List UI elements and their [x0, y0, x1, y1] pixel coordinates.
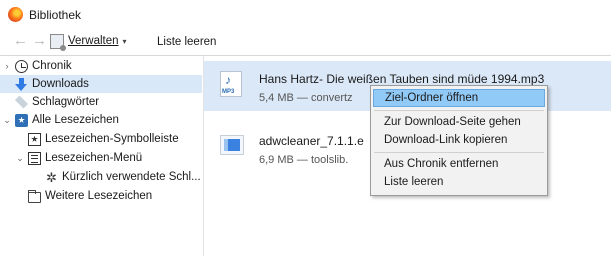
menu-item-open-folder[interactable]: Ziel-Ordner öffnen: [373, 89, 545, 107]
sidebar-item-bookmarks-toolbar[interactable]: Lesezeichen-Symbolleiste: [28, 130, 179, 148]
sidebar-item-other-bookmarks[interactable]: Weitere Lesezeichen: [28, 187, 152, 205]
music-note-icon: ♪: [225, 73, 231, 87]
folder-icon: [28, 189, 41, 203]
tag-icon: [15, 95, 28, 109]
bookmarks-icon: [15, 113, 28, 127]
library-toolbar: ← → Verwalten ▾ Liste leeren: [0, 28, 611, 56]
download-icon: [15, 77, 28, 91]
menu-separator: [374, 152, 544, 153]
window-title: Bibliothek: [29, 8, 82, 22]
sidebar-item-label: Kürzlich verwendete Schl...: [62, 171, 201, 183]
sidebar-item-label: Downloads: [32, 78, 89, 90]
menu-item-clear-list[interactable]: Liste leeren: [373, 173, 545, 191]
sidebar-item-label: Alle Lesezeichen: [32, 114, 119, 126]
gear-icon: ✲: [46, 169, 57, 185]
sidebar-item-all-bookmarks[interactable]: ⌄ Alle Lesezeichen: [2, 111, 119, 129]
download-filename: adwcleaner_7.1.1.e: [259, 134, 364, 148]
menu-item-go-to-download-page[interactable]: Zur Download-Seite gehen: [373, 113, 545, 131]
sidebar-item-tags[interactable]: Schlagwörter: [15, 93, 99, 111]
menu-item-copy-download-link[interactable]: Download-Link kopieren: [373, 131, 545, 149]
firefox-logo-icon: [8, 7, 23, 22]
back-arrow-icon[interactable]: ←: [13, 33, 28, 48]
bookmarks-menu-icon: [28, 151, 41, 165]
download-status: 6,9 MB — toolslib.: [259, 154, 349, 166]
clock-icon: [15, 59, 28, 73]
manage-button[interactable]: Verwalten ▾: [50, 32, 127, 51]
sidebar-item-label: Lesezeichen-Menü: [45, 152, 143, 164]
file-type-label: MP3: [222, 89, 235, 95]
download-filename: Hans Hartz- Die weißen Tauben sind müde …: [259, 72, 545, 86]
clear-list-button[interactable]: Liste leeren: [157, 36, 216, 48]
sidebar-item-label: Lesezeichen-Symbolleiste: [45, 133, 179, 145]
sidebar-item-label: Weitere Lesezeichen: [45, 190, 153, 202]
sidebar-item-label: Chronik: [32, 60, 72, 72]
forward-arrow-icon[interactable]: →: [32, 33, 47, 48]
collapse-twisty-icon[interactable]: ⌄: [15, 153, 25, 164]
collapse-twisty-icon[interactable]: ⌄: [2, 115, 12, 126]
bookmarks-toolbar-icon: [28, 132, 41, 146]
menu-item-remove-from-history[interactable]: Aus Chronik entfernen: [373, 155, 545, 173]
sidebar: › Chronik Downloads Schlagwörter ⌄ Alle …: [0, 56, 204, 256]
title-bar: Bibliothek: [0, 0, 611, 28]
manage-label: Verwalten: [68, 35, 119, 47]
context-menu: Ziel-Ordner öffnen Zur Download-Seite ge…: [370, 85, 548, 196]
manage-icon: [50, 33, 66, 51]
expand-twisty-icon[interactable]: ›: [2, 61, 12, 71]
sidebar-item-history[interactable]: › Chronik: [2, 57, 72, 75]
sidebar-item-bookmarks-menu[interactable]: ⌄ Lesezeichen-Menü: [15, 149, 142, 167]
audio-file-icon: ♪ MP3: [220, 71, 242, 97]
sidebar-item-label: Schlagwörter: [32, 96, 100, 108]
chevron-down-icon: ▾: [122, 36, 127, 46]
download-status: 5,4 MB — convertz: [259, 92, 353, 104]
application-file-icon: [220, 135, 244, 155]
sidebar-item-recent-tags[interactable]: ✲ Kürzlich verwendete Schl...: [45, 168, 201, 186]
menu-separator: [374, 110, 544, 111]
sidebar-item-downloads[interactable]: Downloads: [0, 75, 202, 93]
